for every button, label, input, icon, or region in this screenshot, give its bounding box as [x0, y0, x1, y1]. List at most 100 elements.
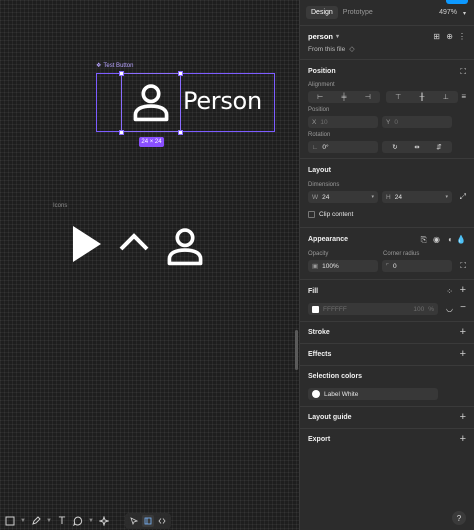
independent-corners-icon[interactable]: ⛶	[460, 261, 466, 271]
appearance-title: Appearance	[308, 236, 349, 243]
align-left-icon[interactable]: ⊢	[317, 93, 323, 101]
height-field[interactable]: H 24 ▾	[382, 191, 452, 203]
eye-icon[interactable]: ◉	[433, 235, 440, 244]
effects-section: Effects +	[300, 344, 474, 366]
h-value: 24	[394, 193, 402, 201]
person-label[interactable]: Person	[183, 87, 262, 115]
component-name[interactable]: person	[308, 32, 333, 41]
color-swatch[interactable]	[312, 390, 320, 398]
variable-icon[interactable]: ⎘	[421, 235, 427, 245]
tab-prototype[interactable]: Prototype	[338, 6, 378, 19]
bottom-toolbar: ▼ ▼ T ▼	[0, 511, 299, 530]
flip-horizontal-icon[interactable]: ⇹	[414, 143, 419, 151]
frame-tool[interactable]	[3, 513, 17, 529]
add-stroke-button[interactable]: +	[460, 327, 466, 338]
resize-handle-top-left[interactable]	[119, 71, 124, 76]
align-center-h-icon[interactable]: ╪	[342, 94, 347, 101]
resize-to-fit-icon[interactable]: ⤢	[460, 192, 466, 202]
fill-row[interactable]: FFFFFF 100 %	[308, 303, 438, 315]
resize-handle-top-right[interactable]	[178, 71, 183, 76]
frame-label[interactable]: ❖ Test Button	[96, 62, 133, 70]
instance-icon[interactable]: ⊕	[446, 32, 453, 41]
add-effect-button[interactable]: +	[460, 349, 466, 360]
selection-color-row[interactable]: Label White	[308, 388, 438, 400]
code-icon	[158, 517, 166, 524]
add-fill-button[interactable]: +	[460, 285, 466, 296]
chevron-down-icon[interactable]: ▼	[19, 518, 27, 524]
component-source: From this file	[308, 45, 346, 53]
resize-handle-bottom-left[interactable]	[119, 130, 124, 135]
w-label: W	[312, 193, 319, 201]
constraints-icon[interactable]: ⛶	[460, 67, 466, 77]
y-field[interactable]: Y 0	[382, 116, 452, 128]
remove-fill-icon[interactable]: −	[460, 302, 466, 313]
drop-icon[interactable]: 💧	[456, 235, 466, 244]
zoom-level[interactable]: 497%	[439, 9, 457, 16]
align-right-icon[interactable]: ⊣	[365, 93, 371, 101]
chevron-down-icon[interactable]: ▾	[463, 10, 466, 17]
resize-handle-bottom-right[interactable]	[178, 130, 183, 135]
rotation-label: Rotation	[308, 132, 331, 138]
corner-radius-value: 0	[393, 262, 397, 270]
icons-frame-label[interactable]: Icons	[53, 203, 67, 209]
vertical-scrollbar[interactable]	[295, 330, 298, 370]
fill-hex[interactable]: FFFFFF	[323, 306, 347, 313]
style-grid-icon[interactable]: ⁘	[446, 287, 453, 296]
component-icon: ❖	[96, 63, 102, 69]
clip-content-row[interactable]: Clip content	[308, 211, 353, 218]
position-title: Position	[308, 68, 336, 75]
fill-opacity[interactable]: 100	[413, 306, 424, 313]
chevron-up-icon[interactable]	[119, 232, 149, 252]
add-layout-guide-button[interactable]: +	[460, 412, 466, 423]
more-icon[interactable]: ⋮	[458, 32, 466, 41]
align-middle-icon[interactable]: ╫	[420, 94, 425, 101]
position-label: Position	[308, 107, 330, 113]
play-icon[interactable]	[72, 225, 102, 263]
corner-radius-field[interactable]: ⌜ 0	[382, 260, 452, 272]
chevron-down-icon[interactable]: ▾	[336, 33, 339, 40]
variants-icon[interactable]: ⊞	[433, 32, 440, 41]
layout-guide-title: Layout guide	[308, 414, 352, 421]
diamond-icon[interactable]: ◇	[349, 45, 354, 53]
person-icon[interactable]	[163, 224, 207, 268]
chevron-down-icon[interactable]: ▼	[87, 518, 95, 524]
flip-vertical-icon[interactable]: ⇵	[436, 143, 441, 151]
x-field[interactable]: X 10	[308, 116, 378, 128]
eye-closed-icon[interactable]: ◡	[446, 304, 453, 313]
y-label: Y	[386, 118, 391, 126]
design-mode-button[interactable]	[128, 515, 140, 527]
align-bottom-icon[interactable]: ⊥	[443, 93, 449, 101]
design-canvas[interactable]: ❖ Test Button Person 24 × 24 Icons ▼ ▼ T	[0, 0, 299, 530]
w-value: 24	[322, 193, 330, 201]
comment-icon	[73, 515, 83, 526]
blend-icon[interactable]: ◐	[448, 235, 453, 244]
cursor-icon	[130, 516, 138, 525]
transform-controls: ↻ ⇹ ⇵	[382, 141, 452, 153]
rotate-icon[interactable]: ↻	[392, 143, 397, 151]
code-mode-button[interactable]	[156, 515, 168, 527]
text-tool[interactable]: T	[55, 513, 69, 529]
tab-design[interactable]: Design	[306, 6, 338, 19]
help-button[interactable]: ?	[452, 511, 466, 525]
dev-mode-button[interactable]	[142, 514, 154, 527]
comment-tool[interactable]	[71, 513, 85, 529]
chevron-down-icon[interactable]: ▾	[371, 194, 374, 200]
align-top-icon[interactable]: ⊤	[395, 93, 401, 101]
export-section: Export +	[300, 429, 474, 451]
add-export-button[interactable]: +	[460, 434, 466, 445]
h-label: H	[386, 193, 391, 201]
share-button[interactable]	[446, 0, 468, 4]
rotation-field[interactable]: ∟ 0°	[308, 141, 378, 153]
clip-content-checkbox[interactable]	[308, 211, 315, 218]
selection-color-name: Label White	[324, 390, 359, 398]
fill-swatch[interactable]	[312, 305, 319, 313]
opacity-field[interactable]: ▣ 100%	[308, 260, 378, 272]
selection-box	[121, 73, 181, 132]
width-field[interactable]: W 24 ▾	[308, 191, 378, 203]
actions-tool[interactable]	[97, 513, 111, 529]
chevron-down-icon[interactable]: ▼	[45, 518, 53, 524]
sparkle-icon	[99, 515, 109, 526]
distribute-icon[interactable]: ≡	[461, 92, 466, 101]
chevron-down-icon[interactable]: ▾	[445, 194, 448, 200]
pen-tool[interactable]	[29, 513, 43, 529]
